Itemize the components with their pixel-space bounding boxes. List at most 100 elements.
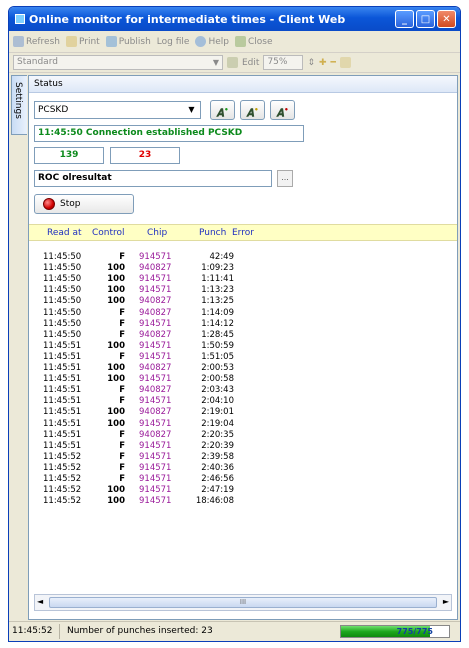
table-row[interactable]: 11:45:50 100 914571 1:13:23 [29, 285, 457, 296]
edit-button[interactable]: Edit [242, 58, 259, 68]
title-bar[interactable]: Online monitor for intermediate times - … [9, 7, 460, 31]
table-row[interactable]: 11:45:51 100 914571 1:50:59 [29, 341, 457, 352]
table-row[interactable]: 11:45:50 100 914571 1:11:41 [29, 274, 457, 285]
cell-control: 100 [107, 496, 125, 507]
cell-control: 100 [107, 274, 125, 285]
zoom-field[interactable]: 75% [263, 55, 304, 70]
status-bar: 11:45:52 Number of punches inserted: 23 … [9, 621, 460, 641]
help-button[interactable]: Help [195, 36, 229, 47]
zoom-in-icon[interactable]: ✚ [319, 58, 327, 68]
minimize-icon[interactable]: _ [395, 10, 414, 28]
status-time: 11:45:52 [12, 626, 53, 636]
table-row[interactable]: 11:45:50 F 914571 42:49 [29, 252, 457, 263]
table-row[interactable]: 11:45:52 F 914571 2:40:36 [29, 463, 457, 474]
horizontal-scrollbar[interactable]: ◄ III ► [34, 594, 452, 611]
table-row[interactable]: 11:45:50 F 940827 1:14:09 [29, 308, 457, 319]
cell-control: 100 [107, 285, 125, 296]
col-error[interactable]: Error [232, 228, 254, 238]
zoom-spin-icon[interactable]: ⇕ [307, 58, 315, 68]
cell-punch: 2:19:01 [201, 407, 234, 418]
publish-button[interactable]: Publish [105, 36, 151, 47]
table-row[interactable]: 11:45:51 100 914571 2:19:04 [29, 419, 457, 430]
app-icon [15, 14, 25, 24]
cell-control: F [119, 462, 125, 473]
table-row[interactable]: 11:45:51 100 940827 2:19:01 [29, 407, 457, 418]
main-toolbar: Refresh Print Publish Log file Help Clos… [9, 31, 460, 53]
cell-read-at: 11:45:51 [43, 407, 82, 418]
maximize-icon[interactable]: □ [416, 10, 435, 28]
refresh-icon [13, 36, 24, 47]
refresh-label: Refresh [26, 36, 60, 47]
col-control[interactable]: Control [92, 228, 125, 238]
close-icon[interactable]: ✕ [437, 10, 456, 28]
cell-punch: 1:14:09 [201, 307, 234, 318]
table-row[interactable]: 11:45:50 F 940827 1:28:45 [29, 330, 457, 341]
cell-punch: 1:14:12 [201, 318, 234, 329]
table-row[interactable]: 11:45:52 F 914571 2:46:56 [29, 474, 457, 485]
source-select[interactable]: PCSKD ▼ [34, 101, 201, 119]
status-header: Status [29, 76, 457, 93]
cell-punch: 2:00:53 [201, 363, 234, 373]
cell-chip: 914571 [139, 440, 172, 451]
cell-punch: 2:00:58 [201, 374, 234, 385]
logfile-button[interactable]: Log file [157, 37, 190, 47]
status-panel: Status PCSKD ▼ 𝑨• 𝑨• 𝑨• 11:45:50 Connect… [28, 75, 458, 620]
close-button[interactable]: Close [234, 36, 273, 47]
table-row[interactable]: 11:45:52 100 914571 18:46:08 [29, 496, 457, 507]
scroll-right-icon[interactable]: ► [443, 597, 449, 606]
table-row[interactable]: 11:45:51 F 914571 2:20:39 [29, 441, 457, 452]
radio-red-button[interactable]: 𝑨• [270, 100, 295, 120]
cell-read-at: 11:45:50 [43, 296, 82, 307]
table-row[interactable]: 11:45:51 F 940827 2:03:43 [29, 385, 457, 396]
table-row[interactable]: 11:45:50 F 914571 1:14:12 [29, 319, 457, 330]
grid-header: Read at Control Chip Punch Error [29, 224, 457, 241]
radio-yellow-button[interactable]: 𝑨• [240, 100, 265, 120]
table-row[interactable]: 11:45:50 100 940827 1:09:23 [29, 263, 457, 274]
tab-settings[interactable]: Settings [11, 75, 27, 135]
table-row[interactable]: 11:45:51 F 940827 2:20:35 [29, 430, 457, 441]
cell-control: 100 [107, 485, 125, 496]
connection-status: 11:45:50 Connection established PCSKD [34, 125, 304, 142]
cell-read-at: 11:45:52 [43, 485, 82, 496]
col-read-at[interactable]: Read at [47, 228, 82, 238]
zoom-out-icon[interactable]: ━ [331, 58, 336, 68]
cell-read-at: 11:45:51 [43, 374, 82, 385]
cell-read-at: 11:45:50 [43, 274, 82, 285]
col-chip[interactable]: Chip [147, 228, 167, 238]
cell-read-at: 11:45:50 [43, 252, 82, 262]
cell-punch: 2:46:56 [201, 474, 234, 484]
table-row[interactable]: 11:45:52 100 914571 2:47:19 [29, 485, 457, 496]
table-row[interactable]: 11:45:51 F 914571 2:04:10 [29, 396, 457, 407]
cell-read-at: 11:45:50 [43, 318, 82, 329]
cell-punch: 2:39:58 [201, 451, 234, 462]
refresh-button[interactable]: Refresh [13, 36, 60, 47]
cell-punch: 2:47:19 [201, 485, 234, 496]
cell-punch: 1:13:23 [201, 285, 234, 296]
cell-read-at: 11:45:50 [43, 263, 82, 274]
print-button[interactable]: Print [66, 36, 100, 47]
fit-icon[interactable] [339, 57, 351, 68]
cell-read-at: 11:45:51 [43, 385, 82, 396]
output-field[interactable]: ROC olresultat [34, 170, 272, 187]
table-row[interactable]: 11:45:50 100 940827 1:13:25 [29, 296, 457, 307]
table-row[interactable]: 11:45:52 F 914571 2:39:58 [29, 452, 457, 463]
cell-chip: 940827 [139, 263, 172, 274]
tab-settings-label: Settings [13, 82, 23, 119]
scroll-thumb[interactable]: III [49, 597, 437, 608]
cell-punch: 1:50:59 [201, 340, 234, 351]
help-icon [195, 36, 207, 47]
cell-control: 100 [107, 340, 125, 351]
table-row[interactable]: 11:45:51 F 914571 1:51:05 [29, 352, 457, 363]
cell-punch: 2:19:04 [201, 418, 234, 429]
radio-green-button[interactable]: 𝑨• [210, 100, 235, 120]
stop-button[interactable]: Stop [34, 194, 134, 214]
cell-chip: 940827 [139, 407, 172, 418]
cell-punch: 1:13:25 [201, 296, 234, 307]
table-row[interactable]: 11:45:51 100 940827 2:00:53 [29, 363, 457, 374]
browse-button[interactable]: ... [277, 170, 293, 187]
col-punch[interactable]: Punch [199, 228, 226, 238]
cell-punch: 1:11:41 [201, 274, 234, 285]
layout-select[interactable]: Standard ▼ [13, 55, 223, 70]
table-row[interactable]: 11:45:51 100 914571 2:00:58 [29, 374, 457, 385]
scroll-left-icon[interactable]: ◄ [37, 597, 43, 606]
